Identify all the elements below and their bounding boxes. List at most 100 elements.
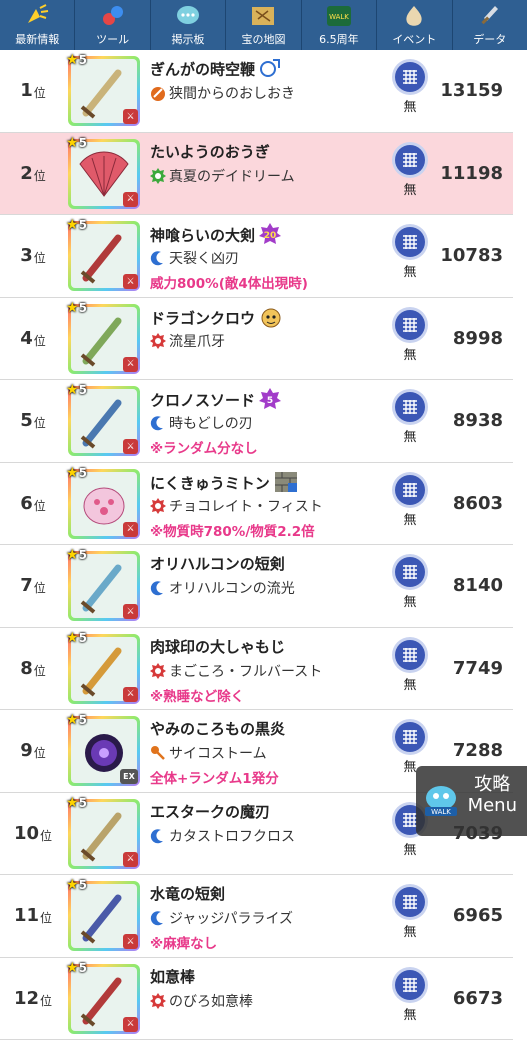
weapon-name: にくきゅうミトン <box>150 471 298 497</box>
nav-board[interactable]: 掲示板 <box>151 0 226 50</box>
skill-note: 全体+ランダム1発分 <box>150 767 279 787</box>
ranking-row[interactable]: 8位★5⚔肉球印の大しゃもじまごころ・フルバースト※熟睡など除く無7749 <box>0 628 513 711</box>
skill-slash-orange-icon <box>150 85 166 101</box>
svg-text:20: 20 <box>264 231 277 241</box>
rank-suffix: 位 <box>40 827 52 844</box>
weapon-icon[interactable]: ★5⚔ <box>68 551 140 621</box>
weapon-name: クロノスソード5 <box>150 388 281 414</box>
element-grid-icon <box>395 310 425 340</box>
element-label: 無 <box>393 179 427 198</box>
rank-suffix: 位 <box>34 414 46 431</box>
nav-treasure-map[interactable]: 宝の地図 <box>226 0 301 50</box>
element-indicator: 無 <box>393 310 427 363</box>
rank-label: 12位 <box>8 958 58 1040</box>
element-grid-icon <box>395 557 425 587</box>
nav-tool[interactable]: ツール <box>75 0 150 50</box>
skill-name: 真夏のデイドリーム <box>150 166 295 186</box>
skill-gear-red-icon <box>150 993 166 1009</box>
weapon-icon[interactable]: ★5⚔ <box>68 386 140 456</box>
element-grid-icon <box>395 62 425 92</box>
weapon-name: ドラゴンクロウ <box>150 306 283 332</box>
weapon-icon[interactable]: ★5⚔ <box>68 634 140 704</box>
skill-name: 流星爪牙 <box>150 331 225 351</box>
board-icon <box>173 3 203 29</box>
treasure-map-icon <box>248 3 278 29</box>
element-label: 無 <box>393 591 427 610</box>
weapon-name: エスタークの魔刃 <box>150 801 270 822</box>
brick-icon <box>274 471 298 497</box>
rarity-star-icon: ★5 <box>66 960 87 976</box>
skill-gear-red-icon <box>150 663 166 679</box>
rank-label: 5位 <box>8 380 58 462</box>
rarity-star-icon: ★5 <box>66 217 87 233</box>
element-grid-icon <box>395 145 425 175</box>
element-label: 無 <box>393 344 427 363</box>
skill-crescent-blue-icon <box>150 250 166 266</box>
ranking-row[interactable]: 2位★5⚔たいようのおうぎ真夏のデイドリーム無11198 <box>0 133 513 216</box>
ranking-row[interactable]: 4位★5⚔ドラゴンクロウ流星爪牙無8998 <box>0 298 513 381</box>
ranking-row[interactable]: 5位★5⚔クロノスソード5時もどしの刃※ランダム分なし無8938 <box>0 380 513 463</box>
weapon-icon[interactable]: ★5⚔ <box>68 469 140 539</box>
top-nav-bar: 最新情報 ツール 掲示板 宝の地図 WALK 6.5周年 イベント データ <box>0 0 527 50</box>
score-value: 13159 <box>440 50 503 132</box>
walk-logo-icon: WALK <box>422 782 460 818</box>
monster-face-icon <box>259 306 283 332</box>
ranking-row[interactable]: 11位★5⚔水竜の短剣ジャッジパラライズ※麻痺なし無6965 <box>0 875 513 958</box>
rank-label: 4位 <box>8 298 58 380</box>
rarity-star-icon: ★5 <box>66 465 87 481</box>
element-indicator: 無 <box>393 227 427 280</box>
element-grid-icon <box>395 970 425 1000</box>
weapon-type-icon: ⚔ <box>123 1017 138 1032</box>
nav-event[interactable]: イベント <box>377 0 452 50</box>
ranking-row[interactable]: 7位★5⚔オリハルコンの短剣オリハルコンの流光無8140 <box>0 545 513 628</box>
ranking-row[interactable]: 1位★5⚔ぎんがの時空鞭狭間からのおしおき無13159 <box>0 50 513 133</box>
ranking-row[interactable]: 3位★5⚔神喰らいの大剣20天裂く凶刃威力800%(敵4体出現時)無10783 <box>0 215 513 298</box>
weapon-icon[interactable]: ★5⚔ <box>68 799 140 869</box>
weapon-icon[interactable]: ★5⚔ <box>68 304 140 374</box>
weapon-type-icon: ⚔ <box>123 439 138 454</box>
rarity-star-icon: ★5 <box>66 547 87 563</box>
element-label: 無 <box>393 261 427 280</box>
element-grid-icon <box>395 640 425 670</box>
skill-crescent-blue-icon <box>150 828 166 844</box>
rank-number: 1 <box>20 80 33 101</box>
weapon-type-icon: EX <box>120 769 138 784</box>
rank-label: 8位 <box>8 628 58 710</box>
weapon-icon[interactable]: ★5⚔ <box>68 56 140 126</box>
weapon-type-icon: ⚔ <box>123 934 138 949</box>
weapon-name: オリハルコンの短剣 <box>150 553 285 574</box>
skill-gear-green-icon <box>150 168 166 184</box>
weapon-icon[interactable]: ★5⚔ <box>68 221 140 291</box>
nav-data-label: データ <box>473 31 506 47</box>
rank-suffix: 位 <box>34 744 46 761</box>
guide-menu-button[interactable]: WALK 攻略 Menu <box>416 766 527 836</box>
nav-anniversary[interactable]: WALK 6.5周年 <box>302 0 377 50</box>
rank-suffix: 位 <box>34 332 46 349</box>
skill-gear-red-icon <box>150 333 166 349</box>
element-grid-icon <box>395 887 425 917</box>
nav-tool-label: ツール <box>96 31 129 47</box>
nav-board-label: 掲示板 <box>172 31 205 47</box>
weapon-icon[interactable]: ★5⚔ <box>68 964 140 1034</box>
nav-treasure-map-label: 宝の地図 <box>241 31 285 47</box>
event-icon <box>399 3 429 29</box>
element-grid-icon <box>395 227 425 257</box>
weapon-name: たいようのおうぎ <box>150 141 270 162</box>
weapon-icon[interactable]: ★5EX <box>68 716 140 786</box>
nav-data[interactable]: データ <box>453 0 527 50</box>
skill-name: ジャッジパラライズ <box>150 908 293 928</box>
weapon-icon[interactable]: ★5⚔ <box>68 139 140 209</box>
element-label: 無 <box>393 921 427 940</box>
element-label: 無 <box>393 674 427 693</box>
weapon-type-icon: ⚔ <box>123 357 138 372</box>
weapon-icon[interactable]: ★5⚔ <box>68 881 140 951</box>
weapon-type-icon: ⚔ <box>123 109 138 124</box>
ranking-row[interactable]: 6位★5⚔にくきゅうミトンチョコレイト・フィスト※物質時780%/物質2.2倍無… <box>0 463 513 546</box>
skill-key-orange-icon <box>150 745 166 761</box>
nav-news[interactable]: 最新情報 <box>0 0 75 50</box>
ranking-row[interactable]: 12位★5⚔如意棒のびろ如意棒無6673 <box>0 958 513 1040</box>
element-indicator: 無 <box>393 145 427 198</box>
rank-number: 12 <box>14 988 39 1009</box>
skill-name: カタストロフクロス <box>150 826 295 846</box>
rank-label: 3位 <box>8 215 58 297</box>
